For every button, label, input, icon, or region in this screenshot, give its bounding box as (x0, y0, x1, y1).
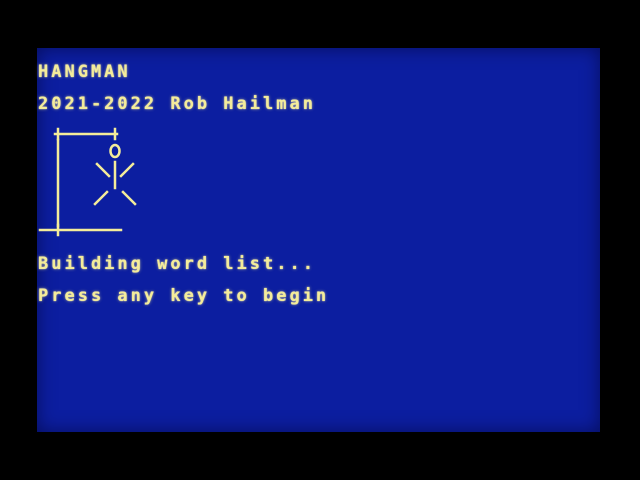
hangman-gallows-art (38, 127, 137, 237)
figure-head (109, 143, 121, 159)
figure-left-leg (93, 190, 109, 206)
copyright-credit: 2021-2022 Rob Hailman (38, 94, 316, 114)
figure-right-arm (119, 162, 135, 178)
figure-right-leg (121, 190, 137, 206)
status-message: Building word list... (38, 254, 316, 274)
figure-left-arm (95, 162, 111, 178)
hanged-figure (93, 143, 137, 206)
game-title: HANGMAN (38, 62, 131, 82)
gallows (38, 127, 123, 237)
start-prompt: Press any key to begin (38, 286, 330, 306)
